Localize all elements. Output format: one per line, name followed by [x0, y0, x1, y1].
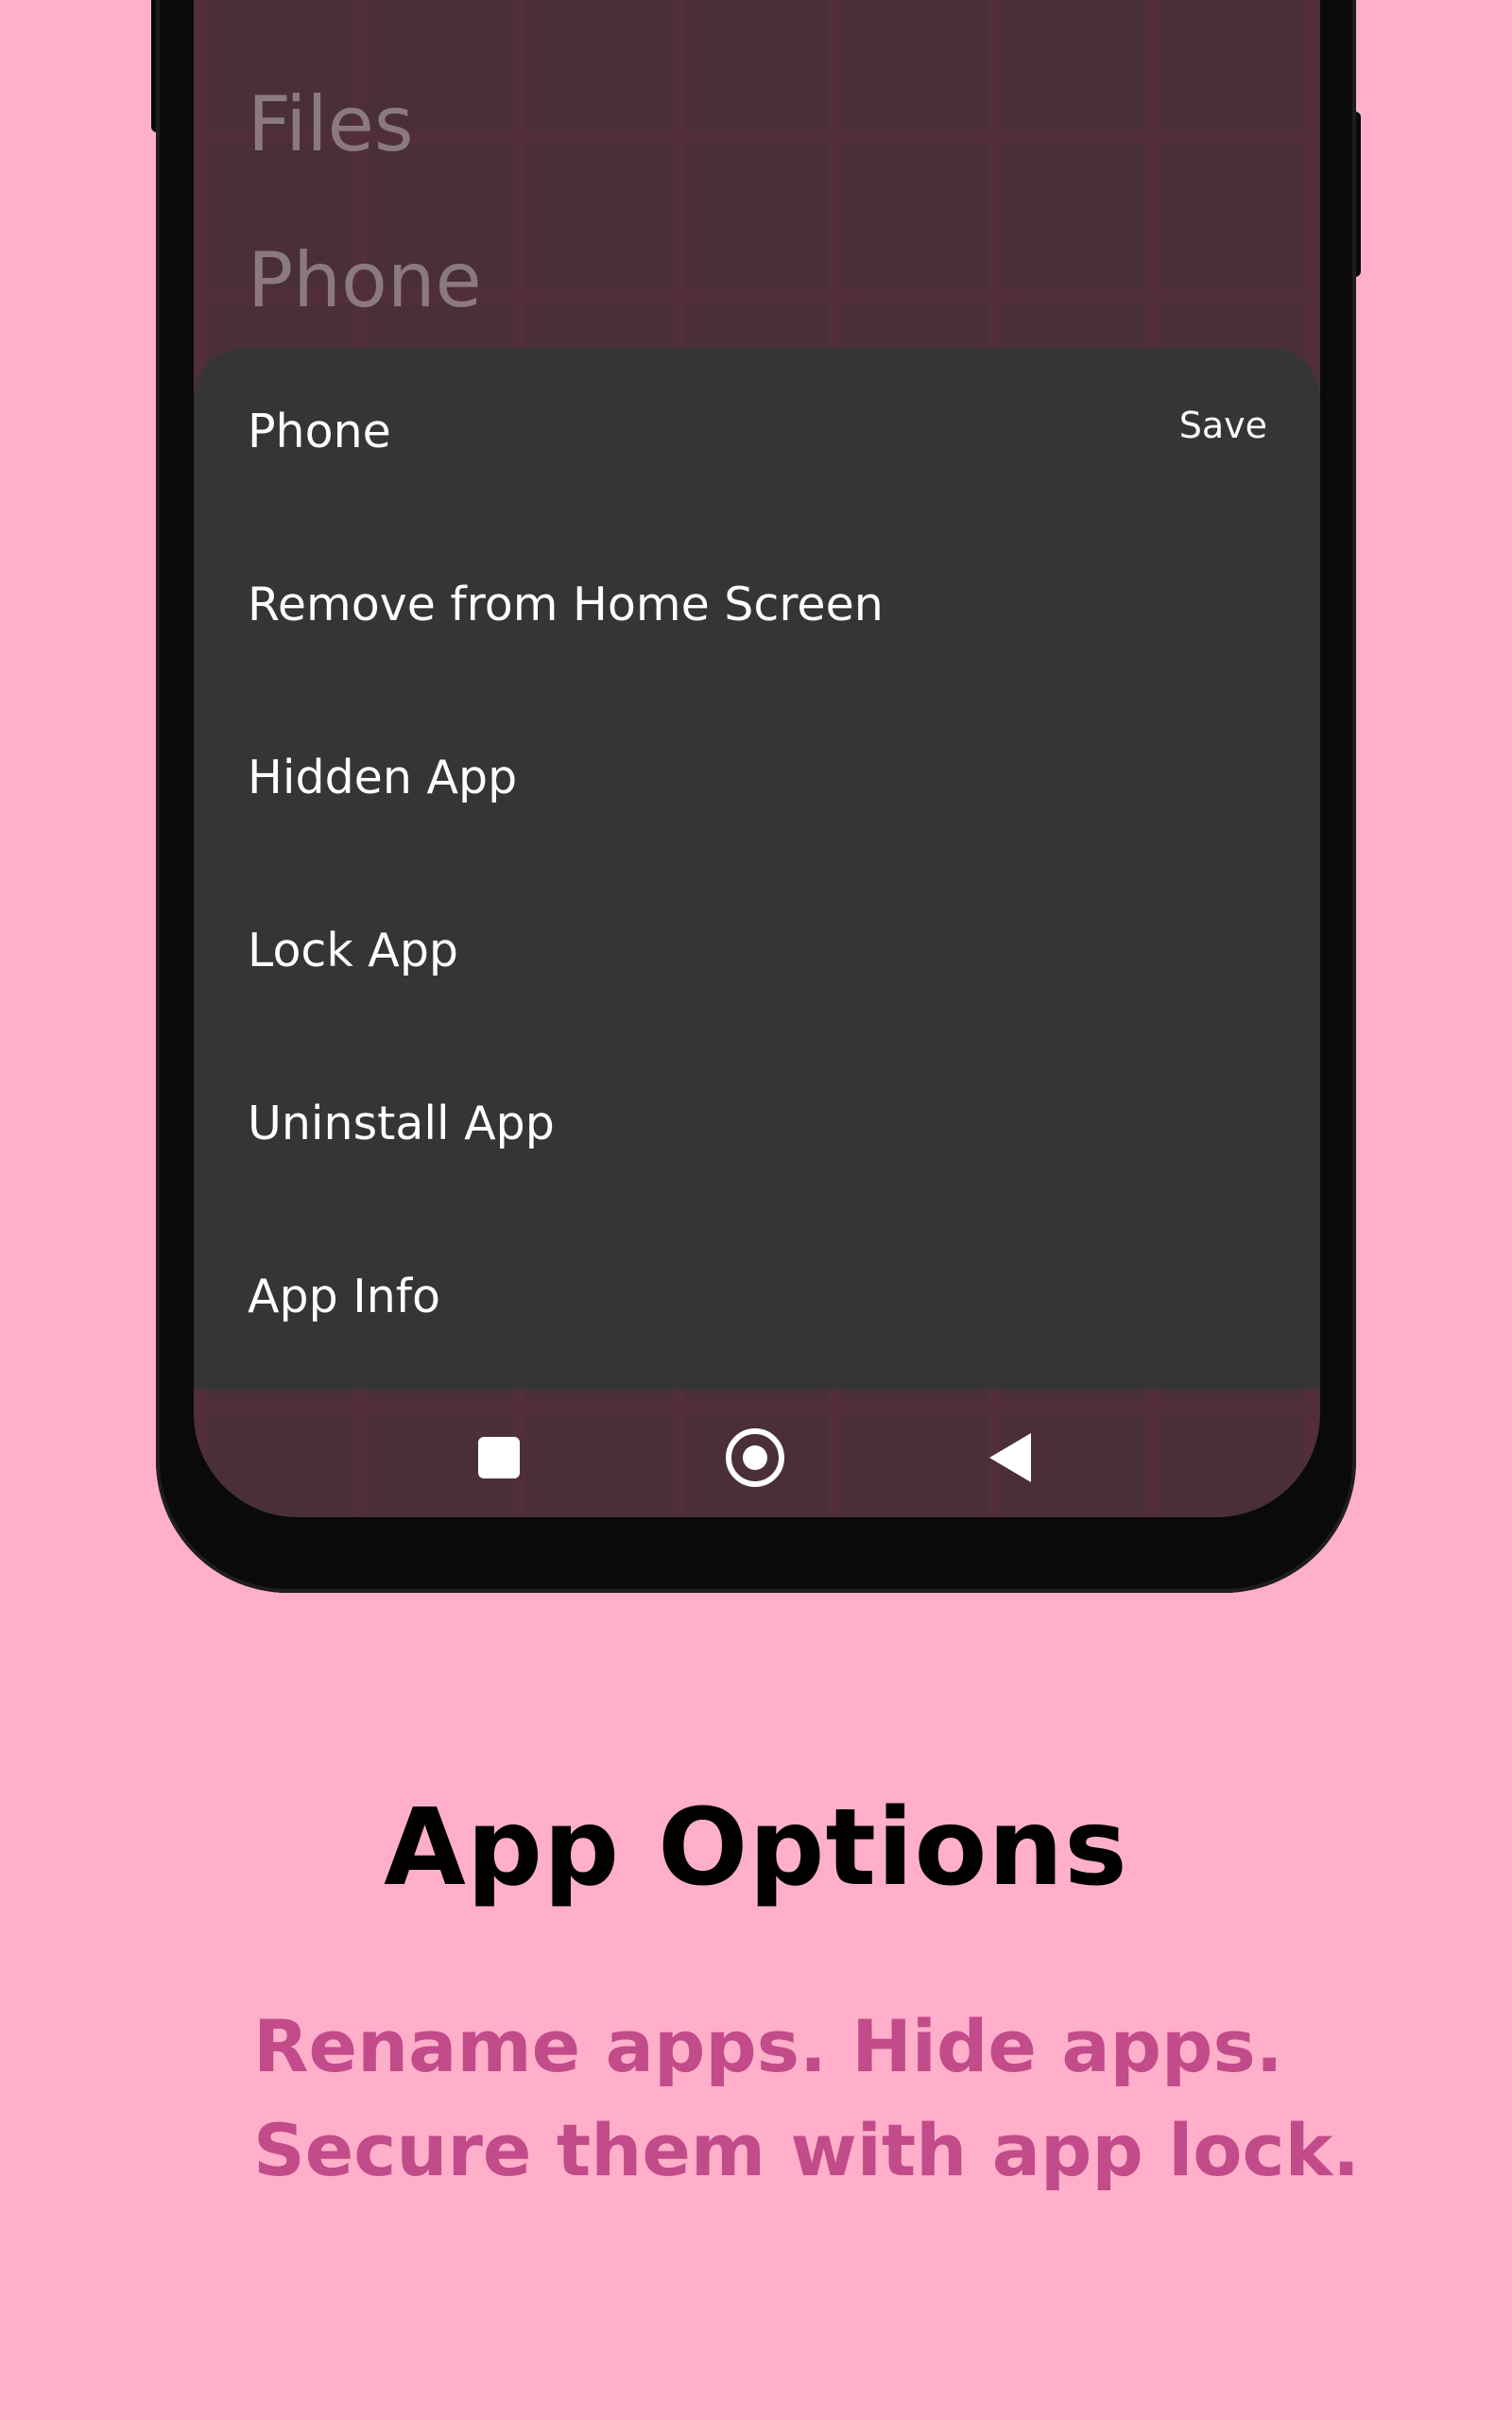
caption-description: Rename apps. Hide apps. Secure them with…: [253, 1995, 1482, 2203]
recents-icon[interactable]: [478, 1437, 520, 1478]
background-app-files: Files: [248, 80, 414, 168]
option-app-info[interactable]: App Info: [248, 1270, 440, 1323]
caption-line-1: Rename apps. Hide apps.: [253, 2004, 1283, 2088]
option-hidden-app[interactable]: Hidden App: [248, 751, 517, 804]
app-options-sheet: Phone Save Remove from Home Screen Hidde…: [194, 348, 1320, 1390]
caption-title: App Options: [384, 1787, 1128, 1910]
home-icon[interactable]: [726, 1428, 784, 1487]
option-remove-from-home[interactable]: Remove from Home Screen: [248, 578, 884, 631]
phone-screen: Files Phone Phone Save Remove from Home …: [194, 0, 1320, 1517]
app-name-title[interactable]: Phone: [248, 405, 391, 458]
save-button[interactable]: Save: [1179, 405, 1267, 446]
home-icon-dot: [743, 1445, 767, 1470]
back-icon[interactable]: [989, 1433, 1031, 1482]
background-app-phone: Phone: [248, 236, 482, 324]
caption-line-2: Secure them with app lock.: [253, 2108, 1360, 2192]
navigation-bar: [194, 1390, 1320, 1517]
option-uninstall-app[interactable]: Uninstall App: [248, 1097, 555, 1150]
option-lock-app[interactable]: Lock App: [248, 924, 458, 977]
